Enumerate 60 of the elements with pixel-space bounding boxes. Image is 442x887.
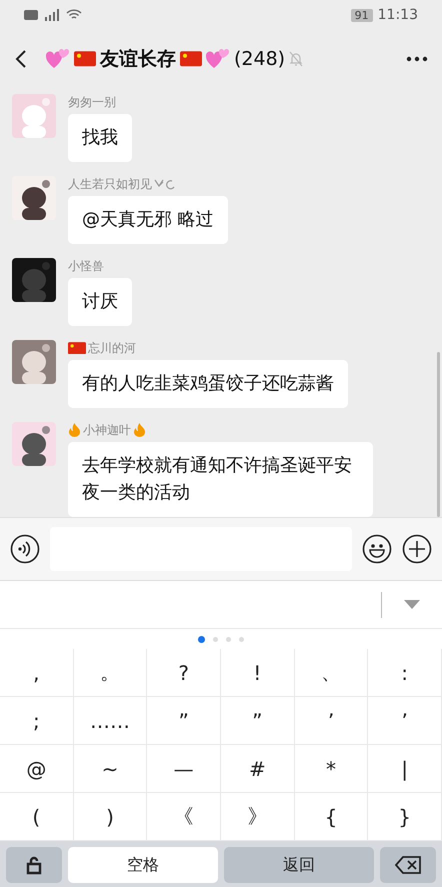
more-icon[interactable] [406,56,428,62]
clock: 11:13 [378,7,418,23]
swirl-icon [154,178,176,190]
symbol-key[interactable]: 》 [220,793,295,842]
back-icon[interactable] [14,49,28,69]
symbol-key[interactable]: : [368,649,442,698]
wifi-icon [66,9,82,21]
message-bubble: 讨厌 [68,278,132,326]
backspace-icon [395,856,422,874]
space-key[interactable]: 空格 [68,847,218,883]
symbol-key[interactable]: 《 [147,793,221,842]
symbol-key[interactable]: ’ [294,697,368,746]
return-key[interactable]: 返回 [224,847,374,883]
flag-icon [74,51,96,67]
message-bubble: 去年学校就有通知不许搞圣诞平安夜一类的活动 [68,442,373,518]
symbol-key[interactable]: — [147,745,221,794]
symbol-key[interactable]: ” [147,697,221,746]
hearts-icon [206,48,230,70]
message-bubble: 找我 [68,114,132,162]
flag-icon [180,51,202,67]
shift-key[interactable] [6,847,62,883]
symbol-key[interactable]: ~ [74,745,148,794]
flag-icon [68,342,86,354]
sender-name: 匆匆一别 [68,94,116,111]
voice-icon[interactable] [10,534,40,564]
symbol-key[interactable]: ” [220,697,295,746]
symbol-key[interactable]: ; [0,697,74,746]
symbol-key[interactable]: ! [220,649,295,698]
message-bubble: 有的人吃韭菜鸡蛋饺子还吃蒜酱 [68,360,348,408]
plus-icon[interactable] [402,534,432,564]
collapse-keyboard-icon[interactable] [404,600,420,610]
symbol-key[interactable]: ? [147,649,221,698]
symbol-key[interactable]: | [368,745,442,794]
symbol-key[interactable]: } [368,793,442,842]
delete-key[interactable] [380,847,436,883]
signal-icon [43,9,61,21]
symbol-key[interactable]: , [0,649,74,698]
member-count: (248) [234,48,286,70]
sender-name: 小怪兽 [68,258,104,275]
symbol-key[interactable]: 。 [74,649,148,698]
fire-icon [68,423,81,438]
emoji-icon[interactable] [362,534,392,564]
hd-icon [24,10,38,20]
battery-level: 91 [350,8,373,22]
symbol-key[interactable]: ( [0,793,74,842]
hearts-icon [46,48,70,70]
symbol-key[interactable]: ’ [368,697,442,746]
message-bubble: @天真无邪 略过 [68,196,228,244]
symbol-key[interactable]: 、 [294,649,368,698]
symbol-key[interactable]: …… [74,697,148,746]
symbol-key[interactable]: @ [0,745,74,794]
sender-name: 小神迦叶 [83,422,131,439]
fire-icon [133,423,146,438]
symbol-key[interactable]: * [294,745,368,794]
sender-name: 忘川的河 [88,340,136,357]
symbol-key[interactable]: ) [74,793,148,842]
chat-title: 友谊长存 [100,47,176,72]
symbol-key[interactable]: { [294,793,368,842]
symbol-key[interactable]: # [220,745,295,794]
sender-name: 人生若只如初见 [68,176,152,193]
